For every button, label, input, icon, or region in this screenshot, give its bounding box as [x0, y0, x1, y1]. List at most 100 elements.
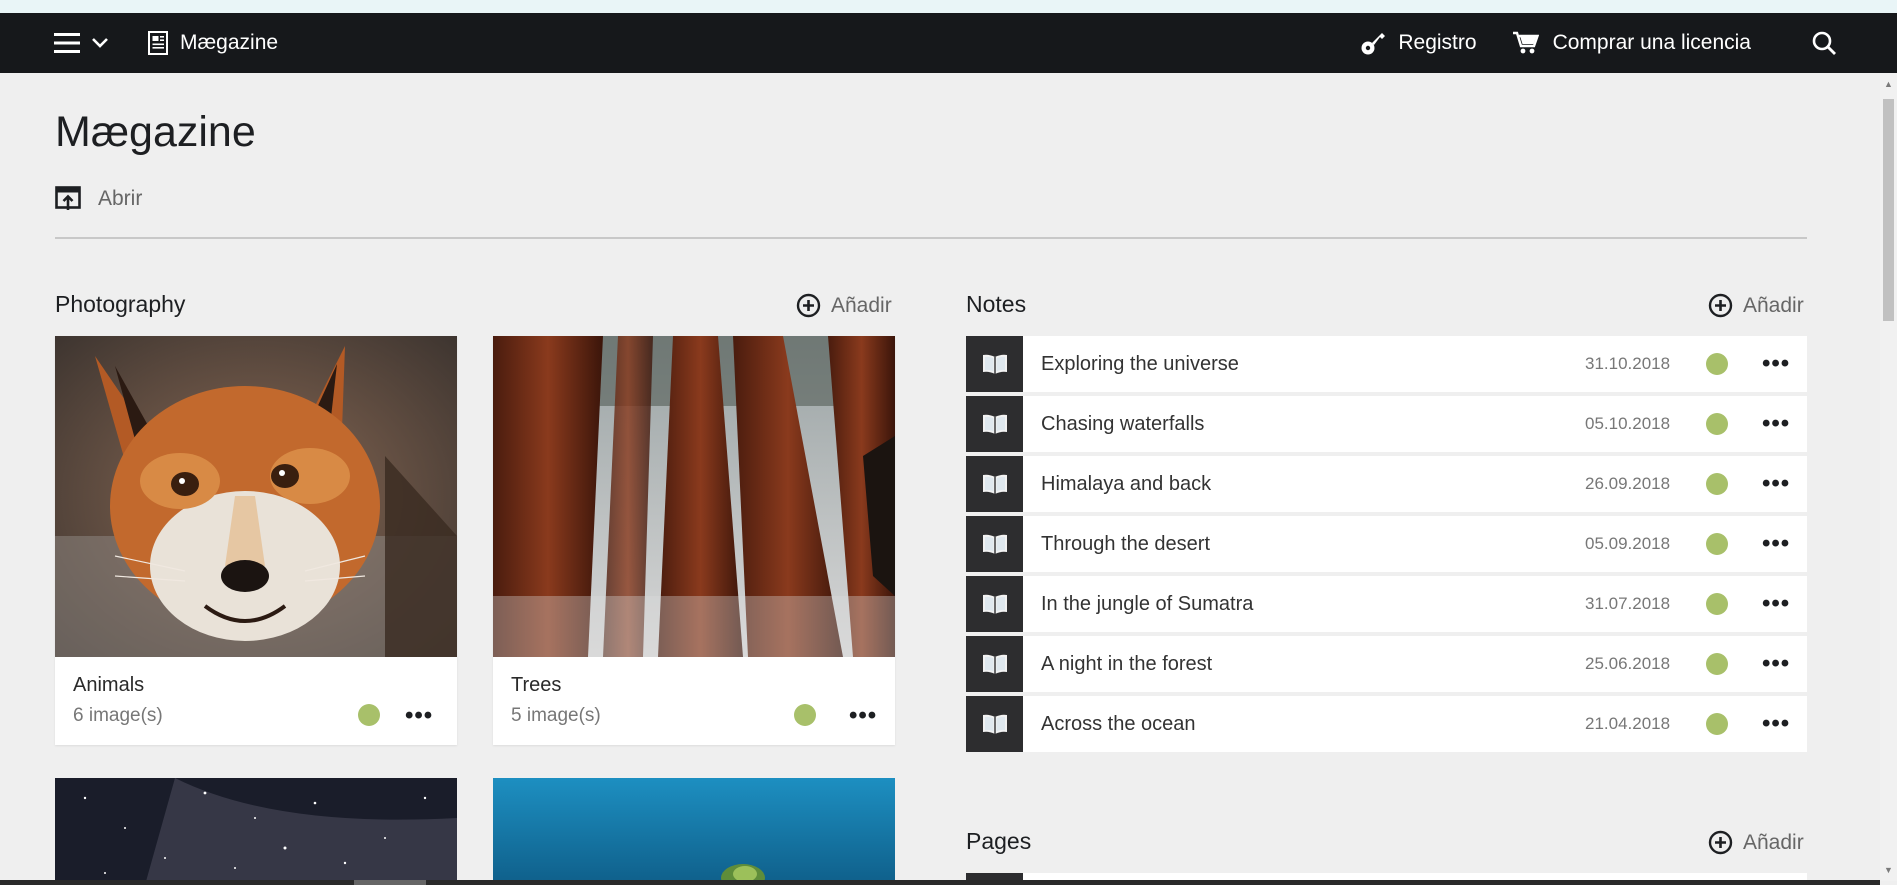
- buy-license-label: Comprar una licencia: [1552, 31, 1751, 54]
- more-options-icon[interactable]: •••: [1762, 650, 1790, 678]
- note-row[interactable]: Across the ocean 21.04.2018 •••: [966, 696, 1807, 752]
- note-title: Chasing waterfalls: [1041, 412, 1205, 435]
- add-circle-icon: [1708, 293, 1733, 318]
- book-icon: [966, 336, 1023, 392]
- nav-right-group: Registro Comprar una licencia: [1360, 13, 1837, 73]
- album-card-trees[interactable]: Trees 5 image(s) •••: [493, 336, 895, 745]
- browser-top-strip: [0, 0, 1897, 13]
- album-count: 5 image(s): [511, 705, 601, 726]
- more-options-icon[interactable]: •••: [1762, 710, 1790, 738]
- chevron-down-icon: [92, 38, 108, 48]
- status-dot: [1706, 473, 1728, 495]
- hamburger-icon: [54, 33, 80, 53]
- album-card-partial-night-sky[interactable]: [55, 778, 457, 885]
- album-meta: Animals 6 image(s) •••: [55, 657, 457, 745]
- note-row[interactable]: Himalaya and back 26.09.2018 •••: [966, 456, 1807, 512]
- status-dot: [1706, 593, 1728, 615]
- book-icon: [966, 636, 1023, 692]
- note-title: Through the desert: [1041, 532, 1210, 555]
- note-row[interactable]: Through the desert 05.09.2018 •••: [966, 516, 1807, 572]
- register-label: Registro: [1398, 31, 1477, 54]
- book-icon: [966, 456, 1023, 512]
- notes-section-title: Notes: [966, 291, 1027, 317]
- note-row[interactable]: In the jungle of Sumatra 31.07.2018 •••: [966, 576, 1807, 632]
- status-dot: [1706, 653, 1728, 675]
- note-title: Exploring the universe: [1041, 352, 1239, 375]
- note-title: Himalaya and back: [1041, 472, 1212, 495]
- more-options-icon[interactable]: •••: [1762, 590, 1790, 618]
- more-options-icon[interactable]: •••: [1762, 410, 1790, 438]
- status-dot: [1706, 533, 1728, 555]
- register-link[interactable]: Registro: [1360, 30, 1477, 56]
- status-dot: [1706, 413, 1728, 435]
- note-date: 26.09.2018: [1585, 474, 1671, 493]
- key-icon: [1361, 33, 1386, 55]
- status-dot: [1706, 353, 1728, 375]
- pages-add-button[interactable]: Añadir: [1708, 830, 1804, 855]
- nav-left-group: Mægazine: [54, 13, 278, 73]
- note-row[interactable]: Exploring the universe 31.10.2018 •••: [966, 336, 1807, 392]
- pages-add-label: Añadir: [1743, 830, 1804, 854]
- album-card-animals[interactable]: Animals 6 image(s) •••: [55, 336, 457, 745]
- top-navbar: Mægazine Registro Comprar una licencia: [0, 13, 1897, 73]
- note-title: Across the ocean: [1041, 712, 1196, 735]
- notes-list: Exploring the universe 31.10.2018 ••• Chasi…: [966, 336, 1807, 756]
- more-options-icon[interactable]: •••: [1762, 350, 1790, 378]
- album-thumbnail-trees: [493, 336, 895, 657]
- scrollbar-thumb[interactable]: [1883, 99, 1894, 321]
- more-options-icon[interactable]: •••: [849, 702, 877, 730]
- status-dot: [794, 704, 816, 726]
- add-circle-icon: [1708, 830, 1733, 855]
- open-label: Abrir: [98, 187, 143, 210]
- album-card-partial-ocean[interactable]: [493, 778, 895, 885]
- more-options-icon[interactable]: •••: [1762, 470, 1790, 498]
- vertical-scrollbar[interactable]: ▲ ▼: [1880, 73, 1897, 881]
- buy-license-link[interactable]: Comprar una licencia: [1512, 31, 1751, 55]
- magazine-icon: [148, 31, 168, 55]
- open-button[interactable]: Abrir: [55, 186, 142, 212]
- horizontal-scrollbar[interactable]: [0, 880, 1880, 885]
- book-icon: [966, 576, 1023, 632]
- page-title: Mægazine: [55, 108, 256, 156]
- photography-add-label: Añadir: [831, 293, 892, 317]
- note-date: 25.06.2018: [1585, 654, 1671, 673]
- note-row[interactable]: A night in the forest 25.06.2018 •••: [966, 636, 1807, 692]
- search-icon: [1812, 31, 1836, 55]
- status-dot: [1706, 713, 1728, 735]
- open-external-icon: [55, 186, 81, 210]
- notes-add-label: Añadir: [1743, 293, 1804, 317]
- note-row[interactable]: Chasing waterfalls 05.10.2018 •••: [966, 396, 1807, 452]
- more-options-icon[interactable]: •••: [1762, 530, 1790, 558]
- nav-title: Mægazine: [180, 31, 279, 54]
- photography-section-title: Photography: [55, 291, 186, 317]
- note-date: 21.04.2018: [1585, 714, 1671, 733]
- scroll-up-arrow-icon[interactable]: ▲: [1883, 77, 1894, 91]
- book-icon: [966, 516, 1023, 572]
- photography-add-button[interactable]: Añadir: [796, 293, 892, 318]
- album-name: Animals: [73, 674, 145, 696]
- header-divider: [55, 237, 1807, 239]
- pages-section-title: Pages: [966, 828, 1032, 854]
- note-date: 31.10.2018: [1585, 354, 1671, 373]
- album-thumbnail-fox: [55, 336, 457, 657]
- book-icon: [966, 396, 1023, 452]
- note-date: 05.09.2018: [1585, 534, 1671, 553]
- cart-icon: [1512, 31, 1539, 54]
- horizontal-scrollbar-thumb[interactable]: [354, 880, 426, 885]
- status-dot: [358, 704, 380, 726]
- note-title: A night in the forest: [1041, 652, 1213, 675]
- note-date: 05.10.2018: [1585, 414, 1671, 433]
- album-count: 6 image(s): [73, 705, 163, 726]
- notes-add-button[interactable]: Añadir: [1708, 293, 1804, 318]
- add-circle-icon: [796, 293, 821, 318]
- search-button[interactable]: [1811, 30, 1837, 56]
- book-icon: [966, 696, 1023, 752]
- scroll-down-arrow-icon[interactable]: ▼: [1883, 863, 1894, 877]
- album-meta: Trees 5 image(s) •••: [493, 657, 895, 745]
- main-menu-button[interactable]: [54, 32, 108, 54]
- album-name: Trees: [511, 674, 562, 696]
- more-options-icon[interactable]: •••: [405, 702, 433, 730]
- note-title: In the jungle of Sumatra: [1041, 592, 1254, 615]
- nav-home-link[interactable]: Mægazine: [148, 31, 278, 55]
- note-date: 31.07.2018: [1585, 594, 1671, 613]
